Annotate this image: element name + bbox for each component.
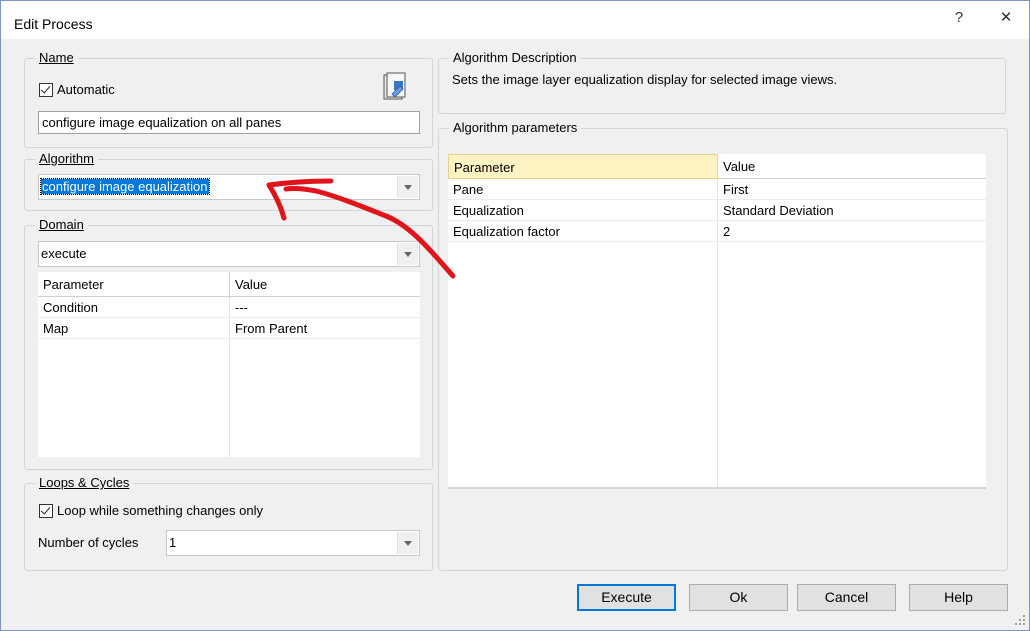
algorithm-select-value: configure image equalization [41,179,209,194]
window-title: Edit Process [14,16,93,32]
algorithm-parameters-group: Algorithm parameters Parameter Value Pan… [438,128,1008,571]
chevron-down-icon[interactable] [397,532,418,554]
automatic-label: Automatic [57,82,115,97]
close-icon[interactable]: ✕ [986,7,1026,29]
domain-row-parameter[interactable]: Condition [38,297,230,318]
algorithm-description-group: Algorithm Description Sets the image lay… [438,58,1006,114]
domain-row-value[interactable]: --- [230,297,420,318]
parameters-legend: Algorithm parameters [449,120,581,135]
domain-parameter-grid[interactable]: Parameter Value Condition --- Map From P… [38,272,420,457]
param-row-value[interactable]: Standard Deviation [718,200,986,221]
resize-grip-icon[interactable] [1013,613,1027,627]
domain-group: Domain execute Parameter Value Condition… [24,225,433,470]
cancel-button[interactable]: Cancel [797,584,896,611]
domain-row-parameter[interactable]: Map [38,318,230,339]
name-group: Name Automatic configure image equalizat… [24,58,433,148]
process-name-input[interactable]: configure image equalization on all pane… [38,111,420,134]
loop-changes-label: Loop while something changes only [57,503,263,518]
name-legend: Name [35,50,78,65]
help-button[interactable]: Help [909,584,1008,611]
edit-name-icon[interactable] [382,72,408,102]
param-row-parameter[interactable]: Equalization [448,200,718,221]
algorithm-group: Algorithm configure image equalization [24,159,433,211]
chevron-down-icon[interactable] [397,243,418,265]
domain-row-value[interactable]: From Parent [230,318,420,339]
ok-button[interactable]: Ok [689,584,788,611]
algorithm-description-text: Sets the image layer equalization displa… [452,72,837,87]
chevron-down-icon[interactable] [397,176,418,198]
domain-select[interactable]: execute [38,241,420,267]
number-of-cycles-label: Number of cycles [38,535,138,550]
algorithm-parameter-grid[interactable]: Parameter Value Pane First Equalization … [448,154,986,489]
loop-changes-checkbox[interactable] [39,504,53,518]
execute-button[interactable]: Execute [577,584,676,611]
number-of-cycles-select[interactable]: 1 [166,530,420,556]
algorithm-select[interactable]: configure image equalization [38,174,420,200]
automatic-checkbox[interactable] [39,83,53,97]
algorithm-legend: Algorithm [35,151,98,166]
edit-process-dialog: Edit Process ? ✕ Name Automatic configur… [0,0,1030,631]
domain-select-value: execute [41,246,87,261]
param-row-parameter[interactable]: Equalization factor [448,221,718,242]
description-legend: Algorithm Description [449,50,581,65]
param-row-value[interactable]: First [718,179,986,200]
domain-column-parameter[interactable]: Parameter [38,272,230,297]
param-row-value[interactable]: 2 [718,221,986,242]
help-title-button[interactable]: ? [939,7,979,29]
cycles-select-value: 1 [169,535,176,550]
param-row-parameter[interactable]: Pane [448,179,718,200]
domain-column-value[interactable]: Value [230,272,420,297]
title-bar: Edit Process ? ✕ [1,1,1029,39]
loops-legend: Loops & Cycles [35,475,133,490]
loops-cycles-group: Loops & Cycles Loop while something chan… [24,483,433,571]
param-column-value[interactable]: Value [718,154,986,179]
param-column-parameter[interactable]: Parameter [448,154,718,179]
domain-legend: Domain [35,217,88,232]
